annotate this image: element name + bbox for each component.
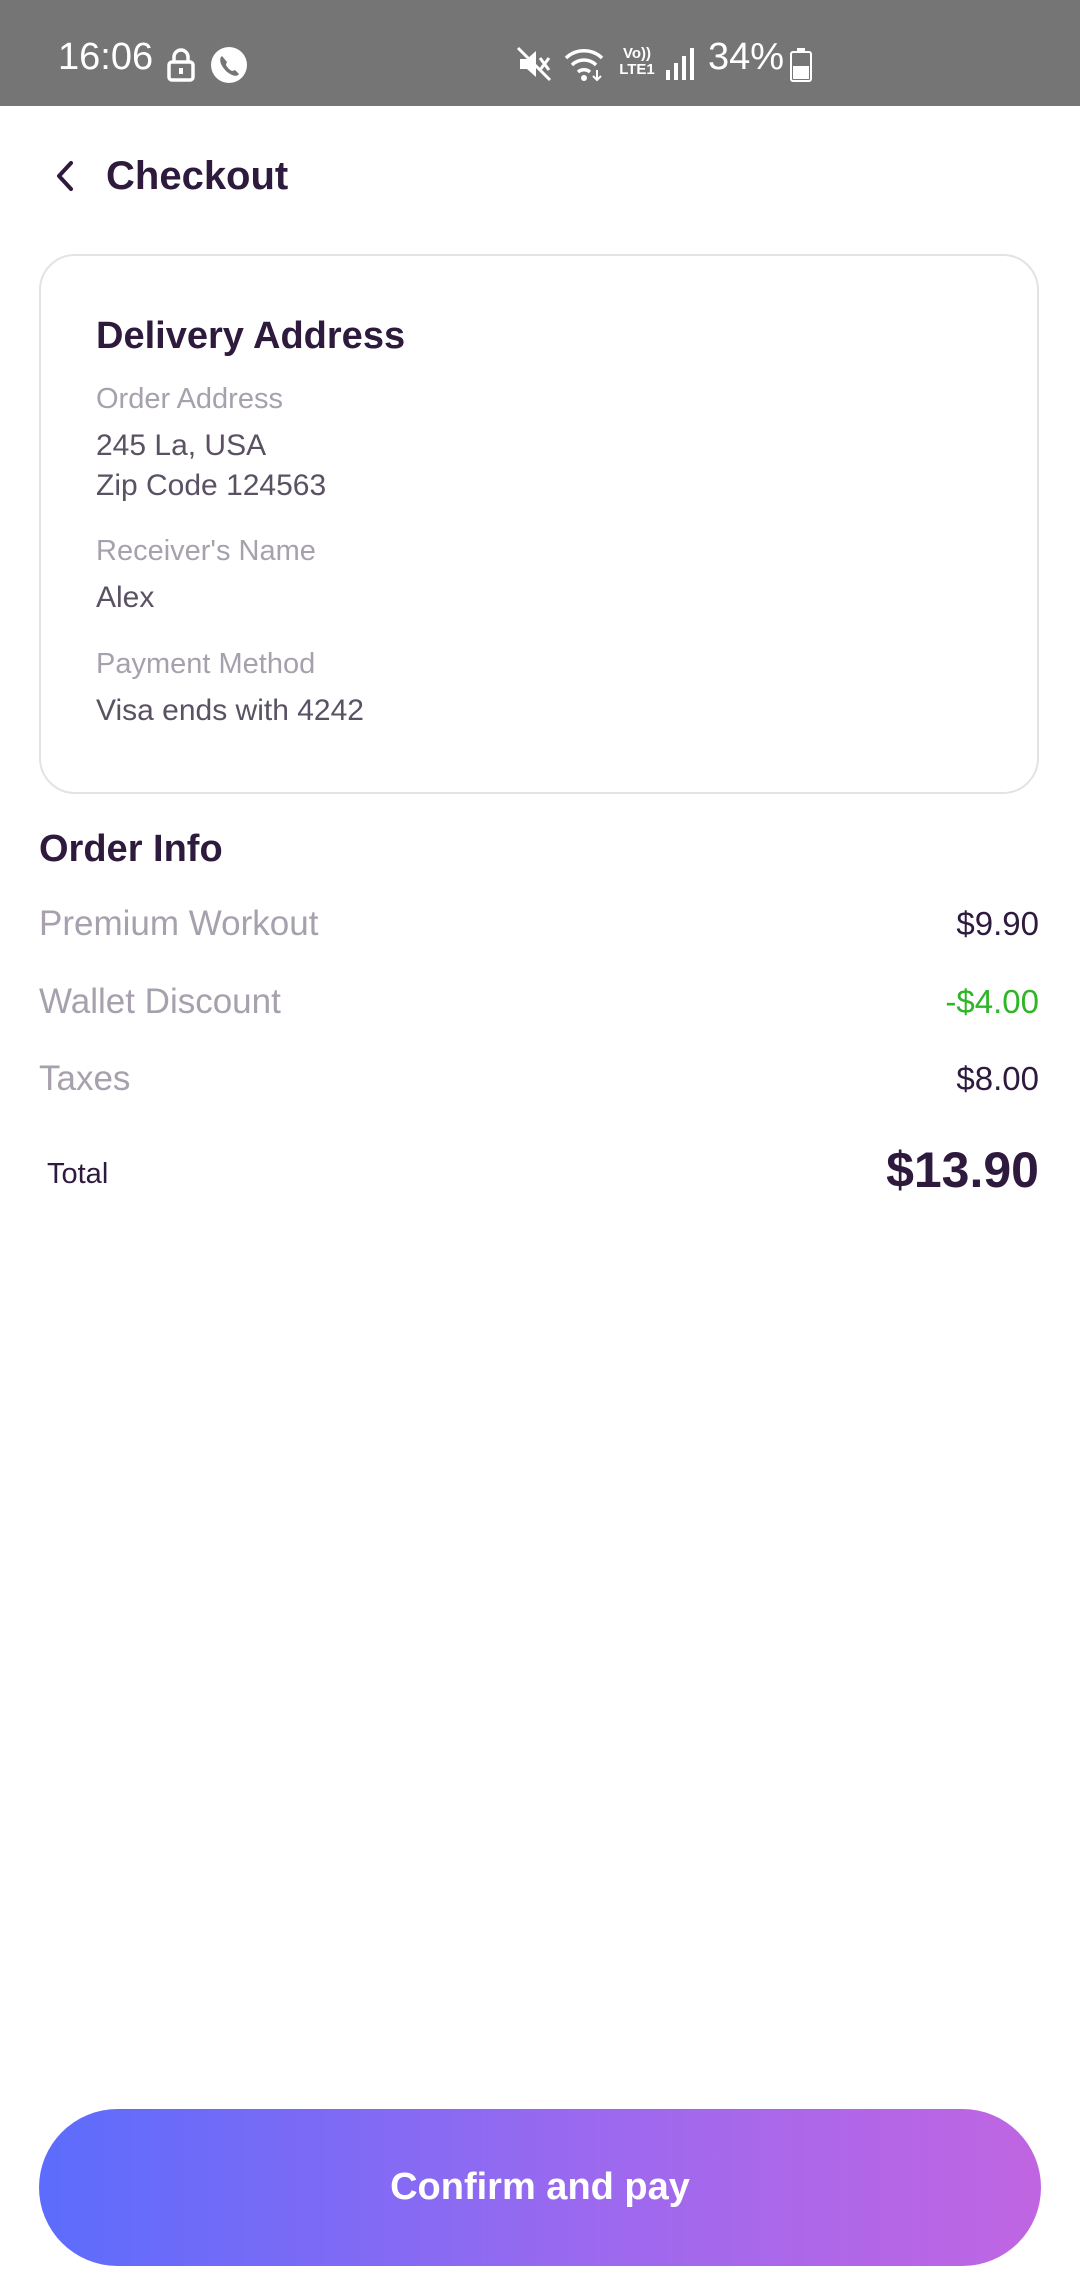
order-row-value: -$4.00 (945, 983, 1039, 1020)
confirm-and-pay-button[interactable]: Confirm and pay (39, 2109, 1041, 2266)
order-row-value: $9.90 (956, 905, 1039, 942)
lock-icon (167, 48, 195, 82)
wifi-icon (564, 49, 604, 82)
receiver-name-label: Receiver's Name (96, 535, 316, 567)
status-time: 16:06 (58, 36, 154, 78)
receiver-name-value: Alex (96, 581, 155, 614)
order-address-line2: Zip Code 124563 (96, 469, 327, 502)
status-bar: 16:06 Vo)) LTE1 34% (0, 0, 1080, 106)
chevron-left-icon (57, 161, 73, 191)
order-row-label: Premium Workout (39, 904, 319, 943)
order-row-taxes: Taxes $8.00 (39, 1054, 1039, 1104)
delivery-address-title: Delivery Address (96, 315, 406, 357)
page-title: Checkout (106, 154, 289, 198)
order-row-wallet-discount: Wallet Discount -$4.00 (39, 977, 1039, 1027)
delivery-address-card: Delivery Address Order Address 245 La, U… (39, 254, 1039, 794)
call-icon (211, 47, 247, 83)
lte-icon: Vo)) LTE1 (619, 45, 655, 78)
order-address-label: Order Address (96, 383, 283, 415)
order-address-line1: 245 La, USA (96, 429, 267, 462)
total-value: $13.90 (886, 1142, 1039, 1198)
payment-method-label: Payment Method (96, 648, 316, 680)
total-label: Total (47, 1158, 109, 1190)
order-row-premium-workout: Premium Workout $9.90 (39, 899, 1039, 949)
order-row-value: $8.00 (956, 1060, 1039, 1097)
order-total-row: Total $13.90 (39, 1142, 1039, 1198)
payment-method-value: Visa ends with 4242 (96, 694, 364, 727)
order-row-label: Taxes (39, 1059, 131, 1098)
back-button[interactable] (40, 150, 92, 202)
order-row-label: Wallet Discount (39, 982, 281, 1021)
order-info-title: Order Info (39, 828, 223, 870)
battery-level: 34% (708, 36, 785, 78)
mute-icon (516, 46, 552, 82)
signal-icon (666, 48, 694, 80)
battery-icon (790, 48, 812, 82)
